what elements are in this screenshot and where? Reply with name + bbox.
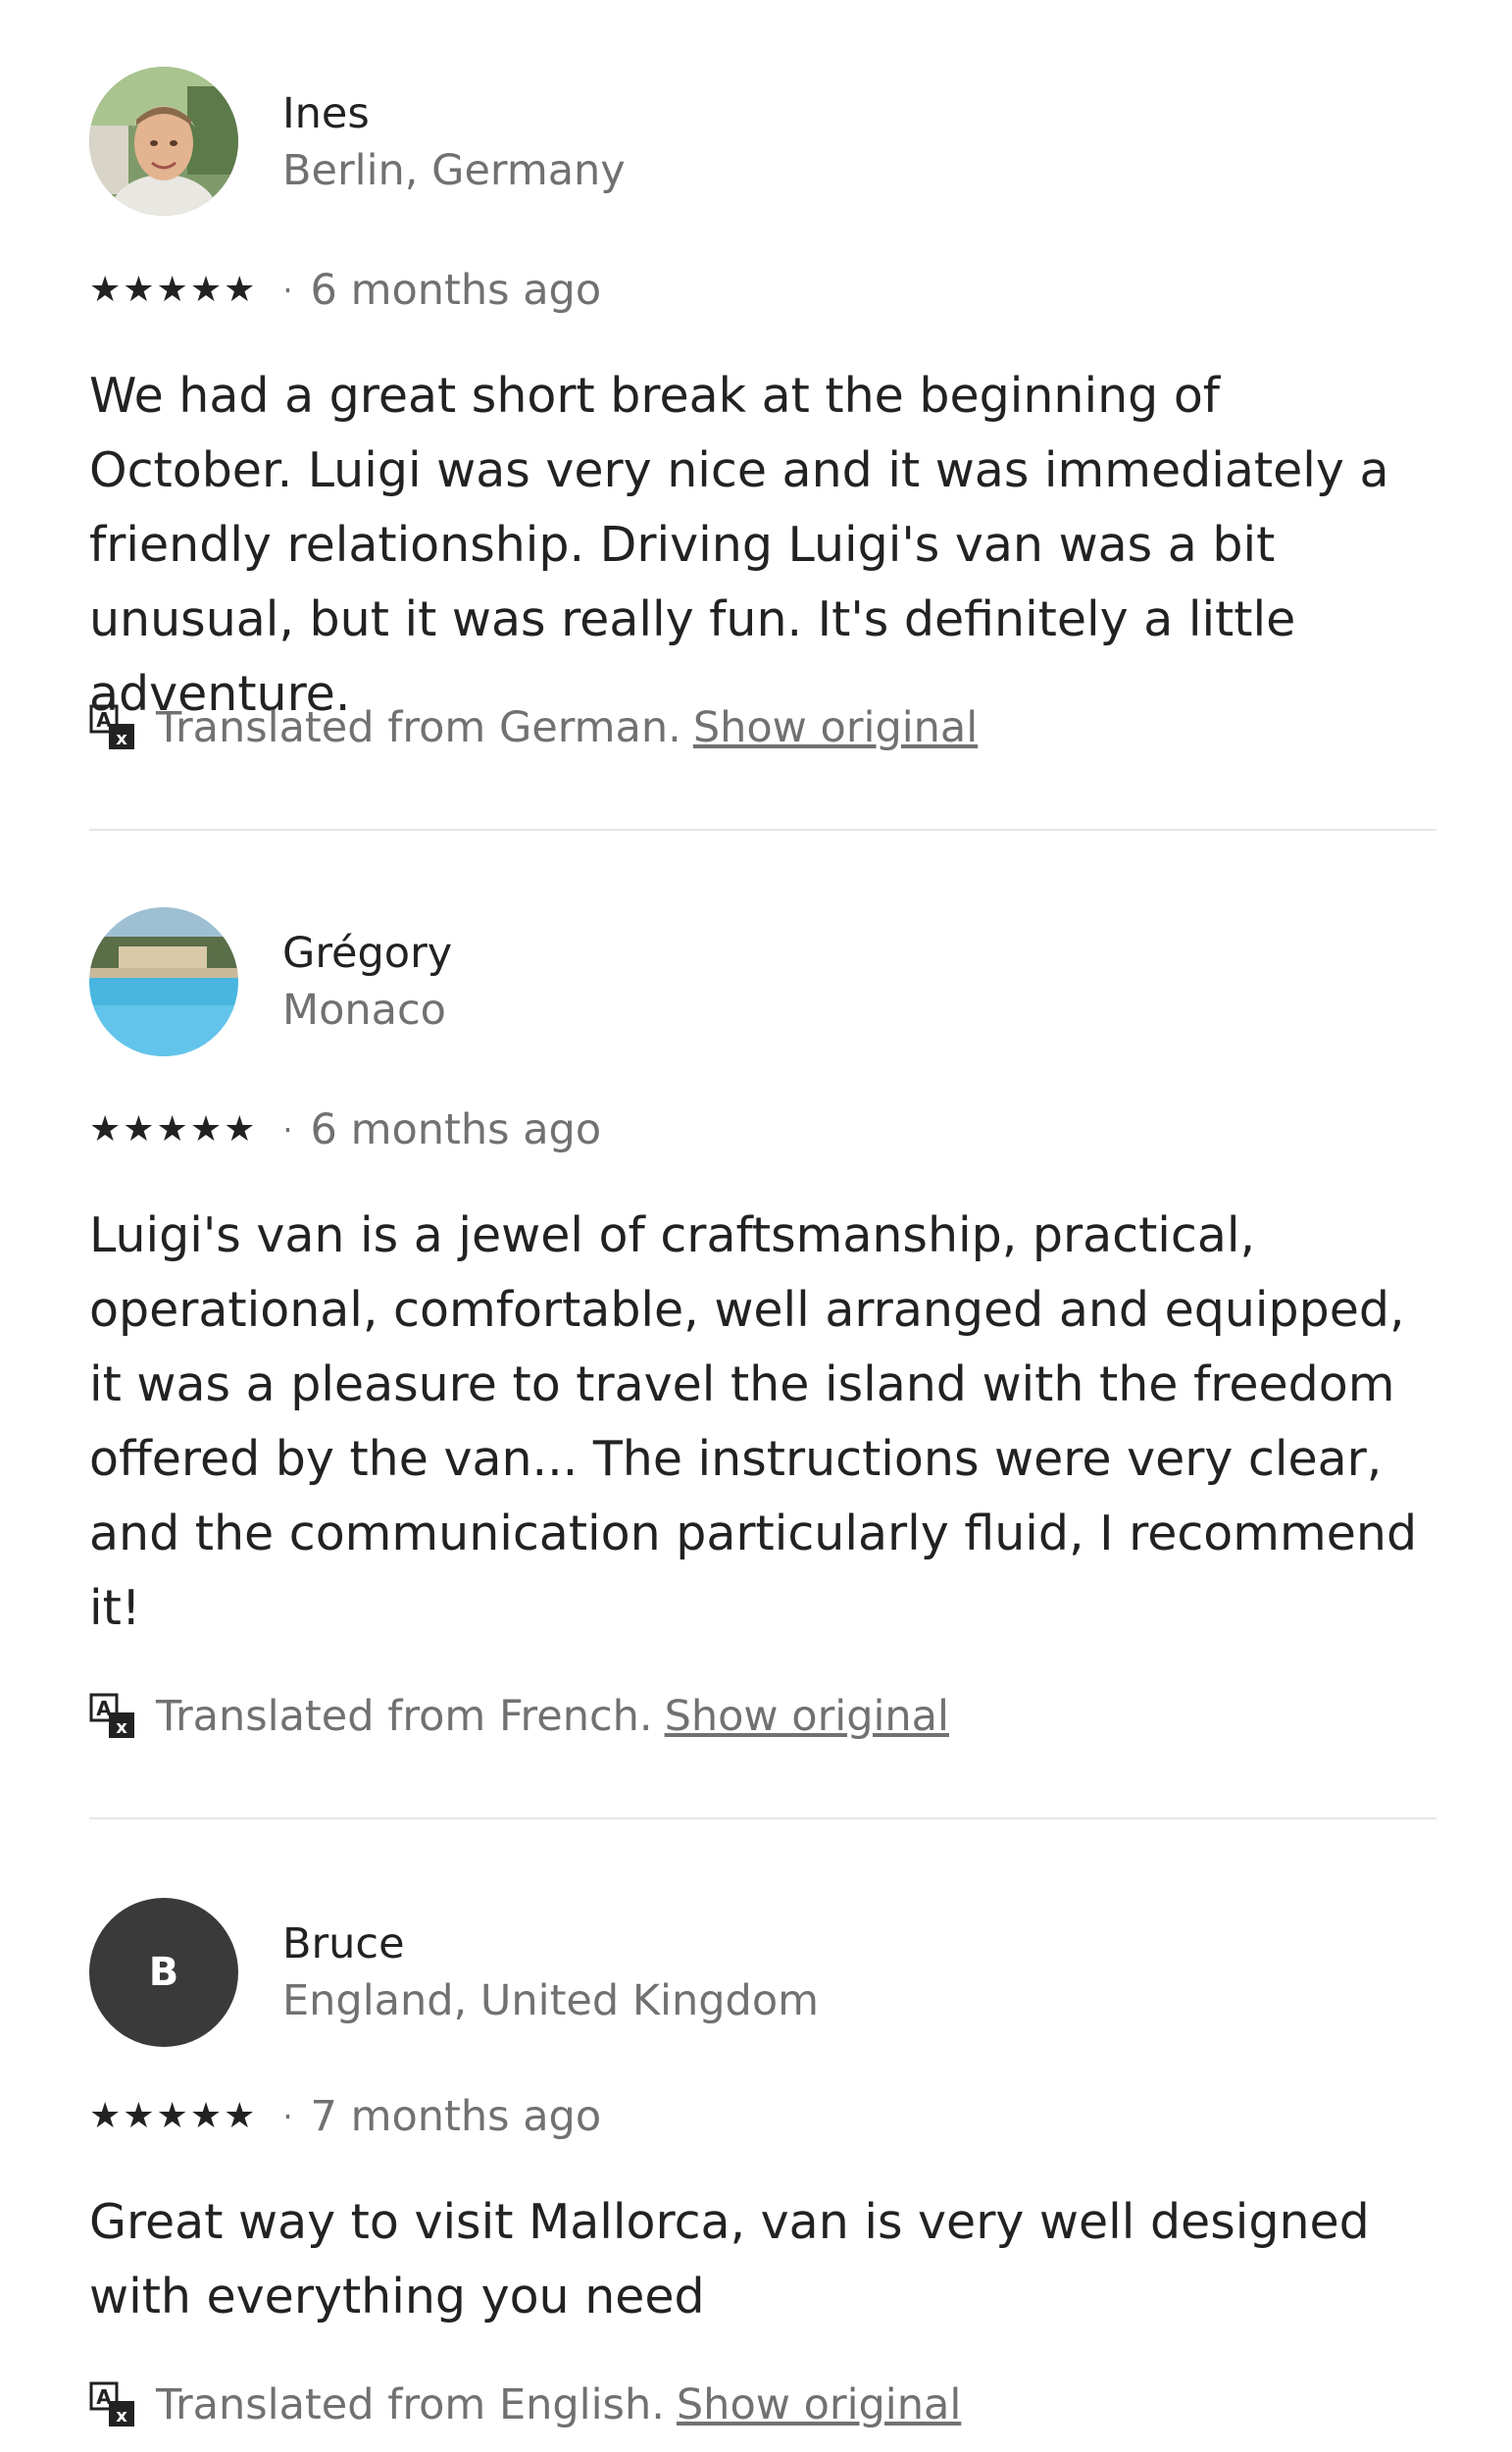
reviewer-name: Ines — [282, 89, 370, 138]
reviewer-name: Bruce — [282, 1919, 405, 1968]
separator-dot: · — [282, 1111, 293, 1149]
reviewer-location: England, United Kingdom — [282, 1976, 820, 2025]
rating-row: ★★★★★ · 6 months ago — [89, 1104, 601, 1155]
review-card: Ines Berlin, Germany ★★★★★ · 6 months ag… — [89, 0, 1436, 843]
separator-dot: · — [282, 2098, 293, 2135]
translated-label: Translated from French. — [156, 1692, 653, 1741]
avatar[interactable]: B — [89, 1898, 238, 2047]
translate-icon: A x — [89, 704, 134, 749]
svg-text:x: x — [116, 729, 127, 749]
avatar[interactable] — [89, 907, 238, 1056]
svg-text:x: x — [116, 2406, 127, 2426]
translated-label: Translated from English. — [156, 2380, 665, 2429]
review-text: Luigi's van is a jewel of craftsmanship,… — [89, 1207, 1418, 1636]
reviewer-name: Grégory — [282, 929, 453, 978]
star-rating: ★★★★★ — [89, 2096, 258, 2136]
reviewer-location: Monaco — [282, 986, 446, 1035]
svg-text:x: x — [116, 1717, 127, 1738]
review-date: 7 months ago — [310, 2092, 602, 2141]
rating-row: ★★★★★ · 6 months ago — [89, 265, 601, 316]
translation-row: A x Translated from English. Show origin… — [89, 2377, 961, 2432]
show-original-link[interactable]: Show original — [665, 1692, 949, 1741]
review-text: We had a great short break at the beginn… — [89, 368, 1389, 722]
translation-row: A x Translated from German. Show origina… — [89, 700, 978, 755]
divider — [89, 829, 1436, 831]
review-date: 6 months ago — [310, 266, 602, 315]
show-original-link[interactable]: Show original — [677, 2380, 961, 2429]
star-rating: ★★★★★ — [89, 1109, 258, 1149]
show-original-link[interactable]: Show original — [693, 703, 978, 752]
review-card: Grégory Monaco ★★★★★ · 6 months ago Luig… — [89, 843, 1436, 1824]
reviewer-location: Berlin, Germany — [282, 146, 626, 195]
divider — [89, 1817, 1436, 1819]
translation-row: A x Translated from French. Show origina… — [89, 1689, 949, 1744]
star-rating: ★★★★★ — [89, 270, 258, 310]
rating-row: ★★★★★ · 7 months ago — [89, 2091, 601, 2142]
avatar-photo-ines — [89, 67, 238, 216]
review-text: Great way to visit Mallorca, van is very… — [89, 2194, 1370, 2324]
translated-label: Translated from German. — [156, 703, 681, 752]
avatar-letter: B — [148, 1950, 179, 1995]
separator-dot: · — [282, 272, 293, 309]
review-card: B Bruce England, United Kingdom ★★★★★ · … — [89, 1824, 1436, 2452]
avatar[interactable] — [89, 67, 238, 216]
review-date: 6 months ago — [310, 1105, 602, 1154]
translate-icon: A x — [89, 2381, 134, 2426]
avatar-photo-gregory — [89, 907, 238, 1056]
translate-icon: A x — [89, 1693, 134, 1738]
